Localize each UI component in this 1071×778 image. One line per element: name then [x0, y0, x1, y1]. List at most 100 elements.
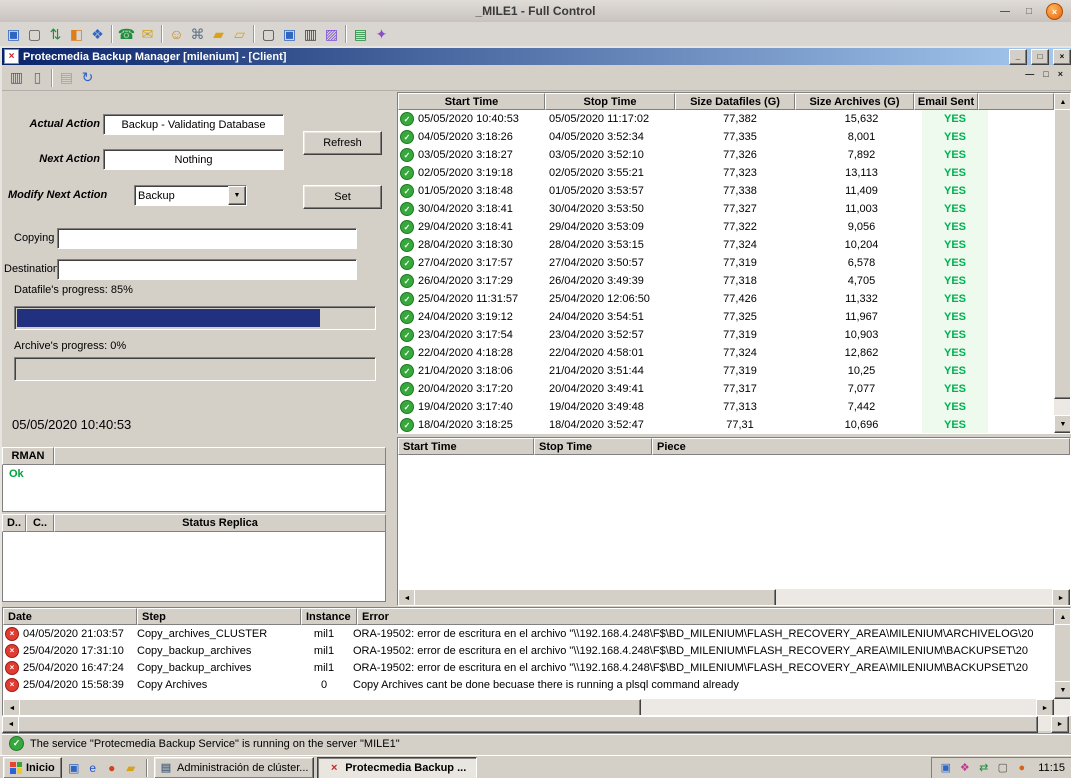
backup-row[interactable]: ✓30/04/2020 3:18:4130/04/2020 3:53:5077,… — [398, 200, 1054, 218]
monitor-picture-icon[interactable]: ▨ — [321, 24, 342, 44]
column-header-piece[interactable]: Piece — [652, 438, 1070, 455]
column-header-rman[interactable]: RMAN — [2, 447, 54, 465]
backup-row[interactable]: ✓02/05/2020 3:19:1802/05/2020 3:55:2177,… — [398, 164, 1054, 182]
backup-row[interactable]: ✓21/04/2020 3:18:0621/04/2020 3:51:4477,… — [398, 362, 1054, 380]
column-header-c[interactable]: C.. — [26, 514, 54, 532]
column-header-date[interactable]: Date — [3, 608, 137, 625]
refresh-button[interactable]: Refresh — [303, 131, 382, 155]
mdi-restore-button[interactable]: □ — [1043, 69, 1048, 79]
log-report-icon[interactable]: ▥ — [6, 68, 27, 88]
backup-row[interactable]: ✓27/04/2020 3:17:5727/04/2020 3:50:5777,… — [398, 254, 1054, 272]
column-header-start-time[interactable]: Start Time — [398, 93, 545, 110]
backup-table-vscrollbar[interactable]: ▲ ▼ — [1054, 93, 1070, 433]
next-action-select[interactable]: Backup ▼ — [134, 185, 247, 206]
remote-close-button[interactable]: × — [1046, 3, 1063, 20]
app-maximize-button[interactable]: □ — [1031, 49, 1049, 65]
monitor-active-icon[interactable]: ▣ — [279, 24, 300, 44]
scroll-down-icon[interactable]: ▼ — [1054, 681, 1071, 699]
tray-network-icon[interactable]: ⇄ — [976, 760, 991, 775]
column-header-blank[interactable] — [54, 447, 386, 465]
network-share-icon[interactable]: ⌘ — [187, 24, 208, 44]
start-button[interactable]: Inicio — [3, 757, 62, 778]
column-header-instance[interactable]: Instance — [301, 608, 357, 625]
copying-field[interactable] — [57, 228, 357, 249]
quick-launch-media-icon[interactable]: ● — [103, 759, 121, 777]
backup-row[interactable]: ✓29/04/2020 3:18:4129/04/2020 3:53:0977,… — [398, 218, 1054, 236]
refresh-session-icon[interactable]: ⇅ — [45, 24, 66, 44]
help-icon[interactable]: ↻ — [77, 68, 98, 88]
backup-row[interactable]: ✓23/04/2020 3:17:5423/04/2020 3:52:5777,… — [398, 326, 1054, 344]
backup-row[interactable]: ✓22/04/2020 4:18:2822/04/2020 4:58:0177,… — [398, 344, 1054, 362]
mdi-minimize-button[interactable]: — — [1025, 69, 1034, 79]
folder-open-icon[interactable]: ▰ — [208, 24, 229, 44]
tray-alert-icon[interactable]: ● — [1014, 760, 1029, 775]
print-icon[interactable]: ▤ — [56, 68, 77, 88]
folder-send-icon[interactable]: ▱ — [229, 24, 250, 44]
remote-screen-alt-icon[interactable]: ▢ — [24, 24, 45, 44]
column-header-size-datafiles-g[interactable]: Size Datafiles (G) — [675, 93, 795, 110]
error-table-hscrollbar[interactable]: ◄ ► — [3, 699, 1054, 715]
backup-row[interactable]: ✓19/04/2020 3:17:4019/04/2020 3:49:4877,… — [398, 398, 1054, 416]
frame-hscrollbar[interactable]: ◄ ► — [2, 716, 1069, 731]
chevron-down-icon[interactable]: ▼ — [228, 186, 246, 205]
scroll-right-icon[interactable]: ► — [1036, 699, 1054, 715]
piece-table-hscrollbar[interactable]: ◄ ► — [398, 589, 1070, 605]
backup-row[interactable]: ✓05/05/2020 10:40:5305/05/2020 11:17:027… — [398, 110, 1054, 128]
backup-row[interactable]: ✓28/04/2020 3:18:3028/04/2020 3:53:1577,… — [398, 236, 1054, 254]
error-row[interactable]: ×25/04/2020 17:31:10Copy_backup_archives… — [3, 642, 1054, 659]
app-close-button[interactable]: × — [1053, 49, 1071, 65]
backup-row[interactable]: ✓01/05/2020 3:18:4801/05/2020 3:53:5777,… — [398, 182, 1054, 200]
backup-row[interactable]: ✓24/04/2020 3:19:1224/04/2020 3:54:5177,… — [398, 308, 1054, 326]
backup-row[interactable]: ✓18/04/2020 3:18:2518/04/2020 3:52:4777,… — [398, 416, 1054, 433]
tray-monitor-icon[interactable]: ▢ — [995, 760, 1010, 775]
next-action-field[interactable]: Nothing — [103, 149, 284, 170]
user-session-icon[interactable]: ☺ — [166, 24, 187, 44]
actual-action-field[interactable]: Backup - Validating Database — [103, 114, 284, 135]
column-header-error[interactable]: Error — [357, 608, 1054, 625]
set-button[interactable]: Set — [303, 185, 382, 209]
backup-row[interactable]: ✓20/04/2020 3:17:2020/04/2020 3:49:4177,… — [398, 380, 1054, 398]
copy-screen-icon[interactable]: ▤ — [350, 24, 371, 44]
mdi-close-button[interactable]: × — [1058, 69, 1063, 79]
backup-row[interactable]: ✓03/05/2020 3:18:2703/05/2020 3:52:1077,… — [398, 146, 1054, 164]
column-header-email-sent[interactable]: Email Sent — [914, 93, 978, 110]
error-row[interactable]: ×25/04/2020 16:47:24Copy_backup_archives… — [3, 659, 1054, 676]
column-header-d[interactable]: D.. — [2, 514, 26, 532]
chat-icon[interactable]: ✉ — [137, 24, 158, 44]
backup-row[interactable]: ✓25/04/2020 11:31:5725/04/2020 12:06:507… — [398, 290, 1054, 308]
remote-screen-icon[interactable]: ▣ — [3, 24, 24, 44]
destination-field[interactable] — [57, 259, 357, 280]
monitor-blank-icon[interactable]: ▢ — [258, 24, 279, 44]
error-table-vscrollbar[interactable]: ▲ ▼ — [1054, 608, 1070, 715]
scroll-down-icon[interactable]: ▼ — [1054, 415, 1071, 433]
column-header-status-replica[interactable]: Status Replica — [54, 514, 386, 532]
monitor-locked-icon[interactable]: ▥ — [300, 24, 321, 44]
app-minimize-button[interactable]: _ — [1009, 49, 1027, 65]
quick-launch-desktop-icon[interactable]: ▣ — [65, 759, 83, 777]
error-row[interactable]: ×25/04/2020 15:58:39Copy Archives0Copy A… — [3, 676, 1054, 693]
column-header-size-archives-g[interactable]: Size Archives (G) — [795, 93, 914, 110]
scroll-thumb[interactable] — [1054, 109, 1071, 399]
settings-tools-icon[interactable]: ✦ — [371, 24, 392, 44]
column-header-stop-time[interactable]: Stop Time — [534, 438, 652, 455]
quick-launch-browser-icon[interactable]: e — [84, 759, 102, 777]
column-header-stop-time[interactable]: Stop Time — [545, 93, 675, 110]
quick-launch-folder-icon[interactable]: ▰ — [122, 759, 140, 777]
error-row[interactable]: ×04/05/2020 21:03:57Copy_archives_CLUSTE… — [3, 625, 1054, 642]
task-button-administraci-n-de-cl-ster[interactable]: ▤Administración de clúster... — [154, 757, 314, 778]
backup-row[interactable]: ✓04/05/2020 3:18:2604/05/2020 3:52:3477,… — [398, 128, 1054, 146]
scroll-thumb[interactable] — [18, 716, 1038, 733]
tray-color-icon[interactable]: ❖ — [957, 760, 972, 775]
column-header-step[interactable]: Step — [137, 608, 301, 625]
backup-row[interactable]: ✓26/04/2020 3:17:2926/04/2020 3:49:3977,… — [398, 272, 1054, 290]
remote-restore-button[interactable]: □ — [1022, 4, 1036, 19]
scroll-thumb[interactable] — [19, 699, 641, 715]
clipboard-sync-icon[interactable]: ❖ — [87, 24, 108, 44]
remote-minimize-button[interactable]: — — [998, 4, 1012, 19]
scroll-right-icon[interactable]: ► — [1052, 589, 1070, 605]
phone-icon[interactable]: ☎ — [116, 24, 137, 44]
scroll-right-icon[interactable]: ► — [1051, 716, 1069, 733]
task-button-protecmedia-backup[interactable]: ×Protecmedia Backup ... — [317, 757, 477, 778]
scroll-thumb[interactable] — [1054, 624, 1071, 683]
tray-display-icon[interactable]: ▣ — [938, 760, 953, 775]
